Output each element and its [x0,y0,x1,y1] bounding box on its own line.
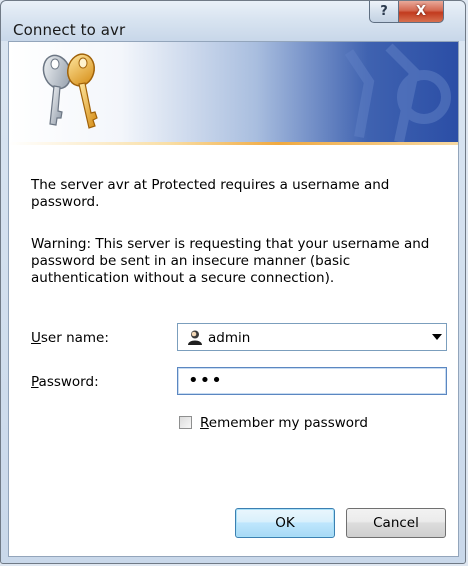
window-title: Connect to avr [13,21,126,39]
username-combobox[interactable]: admin [177,323,447,351]
banner-accent-rule [9,142,458,145]
password-label: Password: [31,374,99,390]
warning-message: Warning: This server is requesting that … [31,236,430,286]
remember-password-label[interactable]: Remember my password [200,415,368,431]
password-value: ••• [188,370,223,391]
remember-password-checkbox[interactable] [179,416,192,429]
close-button[interactable]: X [398,1,444,23]
header-banner [9,42,458,142]
password-field[interactable]: ••• [177,367,447,395]
close-icon: X [415,4,427,19]
help-button[interactable]: ? [369,1,399,23]
cancel-button[interactable]: Cancel [346,508,446,538]
help-icon: ? [380,4,388,19]
username-label: User name: [31,330,109,346]
dialog-window: Connect to avr ? X The server avr at Pro… [0,0,466,564]
chevron-down-icon [432,334,442,340]
dialog-client-area: The server avr at Protected requires a u… [8,41,459,557]
watermark-keys-graphic [344,43,451,142]
server-message: The server avr at Protected requires a u… [31,177,390,210]
ok-button[interactable]: OK [235,508,335,538]
user-account-icon [188,330,202,345]
title-bar[interactable]: Connect to avr ? X [1,1,465,41]
keys-icon [42,53,98,129]
username-dropdown-button[interactable] [428,324,446,350]
username-value: admin [208,330,251,346]
